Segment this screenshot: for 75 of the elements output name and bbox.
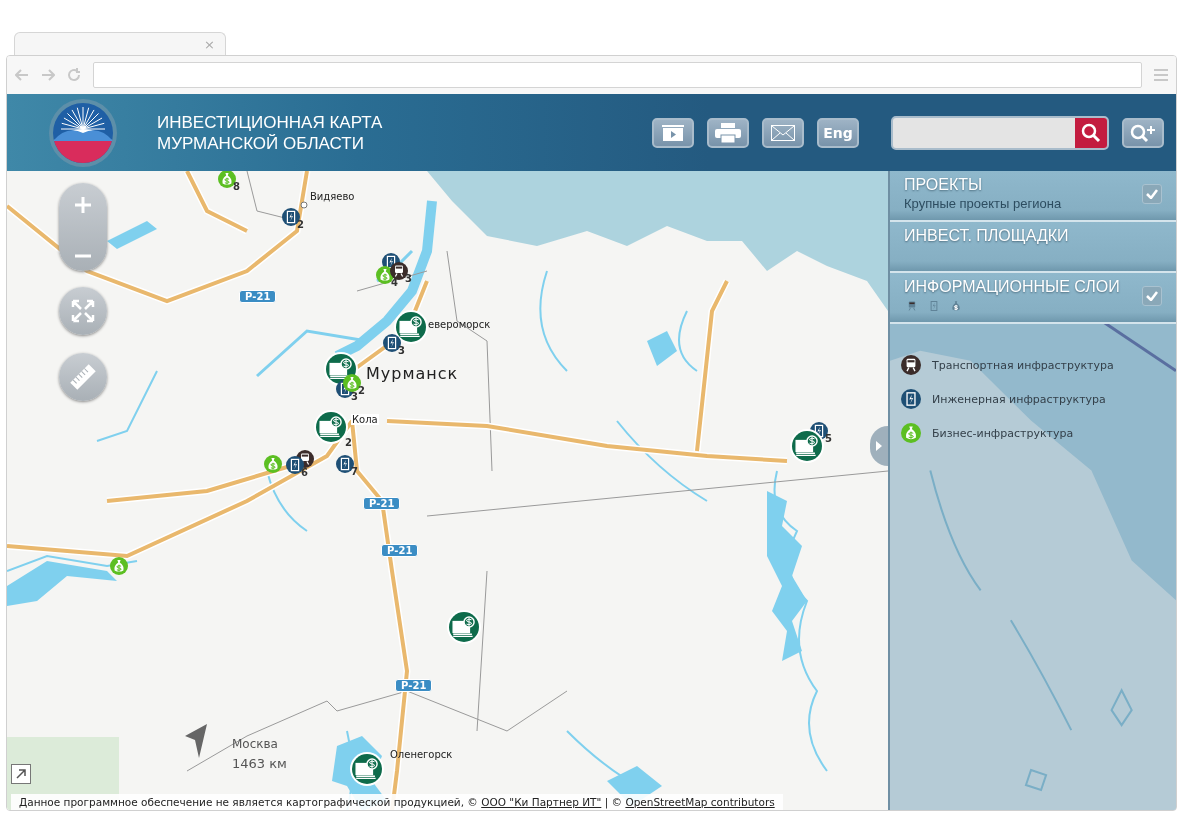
road-label: Р-21 bbox=[395, 679, 433, 692]
plus-icon bbox=[74, 196, 92, 214]
marker-count: 4 bbox=[391, 277, 398, 288]
train-marker-icon[interactable] bbox=[900, 354, 922, 376]
panel-section[interactable]: ПРОЕКТЫ Крупные проекты региона bbox=[890, 171, 1176, 222]
section-title: ПРОЕКТЫ bbox=[904, 176, 984, 194]
slideshow-button[interactable] bbox=[652, 117, 694, 148]
section-checkbox[interactable] bbox=[1142, 184, 1162, 204]
search-field[interactable] bbox=[891, 115, 1109, 150]
marker-count: 3 bbox=[398, 345, 405, 356]
money-bag-marker-icon[interactable] bbox=[263, 454, 283, 474]
search-button[interactable] bbox=[1075, 117, 1107, 148]
logo-icon bbox=[47, 96, 119, 169]
direction-distance: 1463 км bbox=[232, 756, 287, 771]
language-button[interactable]: Eng bbox=[817, 117, 859, 148]
attribution-link[interactable]: ООО "Ки Партнер ИТ" bbox=[481, 796, 602, 808]
road-label: Р-21 bbox=[381, 544, 419, 557]
mail-button[interactable] bbox=[762, 117, 804, 148]
play-screen-icon bbox=[662, 124, 684, 141]
marker-count: 6 bbox=[301, 467, 308, 478]
marker-count: 2 bbox=[345, 437, 352, 448]
minus-icon bbox=[74, 254, 92, 258]
expand-arrows-icon bbox=[71, 299, 95, 323]
check-icon bbox=[1146, 291, 1158, 301]
direction-city: Москва bbox=[232, 737, 278, 751]
direction-arrow-icon bbox=[185, 724, 209, 758]
road-label: Р-21 bbox=[239, 290, 277, 303]
check-icon bbox=[1146, 189, 1158, 199]
section-checkbox[interactable] bbox=[1142, 286, 1162, 306]
marker-count: 2 bbox=[358, 385, 365, 396]
banknotes-marker-icon[interactable] bbox=[349, 751, 385, 787]
place-label: Видяево bbox=[309, 191, 356, 202]
money-bag-marker-icon[interactable] bbox=[900, 422, 922, 444]
print-button[interactable] bbox=[707, 117, 749, 148]
battery-marker-icon[interactable] bbox=[382, 333, 402, 353]
legend-label: Бизнес-инфраструктура bbox=[932, 426, 1074, 440]
section-title: ИНВЕСТ. ПЛОЩАДКИ bbox=[904, 227, 1069, 245]
search-icon bbox=[1081, 122, 1101, 143]
banknotes-marker-icon[interactable] bbox=[313, 409, 349, 445]
battery-marker-icon[interactable] bbox=[900, 388, 922, 410]
legend-label: Инженерная инфраструктура bbox=[932, 392, 1106, 406]
printer-icon bbox=[715, 122, 741, 143]
browser-tab[interactable]: × bbox=[14, 32, 226, 55]
site-title: ИНВЕСТИЦИОННАЯ КАРТА bbox=[157, 111, 384, 133]
battery-marker-icon[interactable] bbox=[281, 207, 301, 227]
attribution-text: Данное программное обеспечение не является картографической продукцией, © ООО "Ки Партнер ИТ" | © OpenStreetMap contributors bbox=[11, 794, 783, 810]
envelope-icon bbox=[771, 124, 795, 141]
place-label: Мурманск bbox=[365, 364, 460, 383]
marker-count: 3 bbox=[405, 273, 412, 284]
section-subtitle: Крупные проекты региона bbox=[904, 196, 1062, 211]
place-label: евероморск bbox=[427, 319, 492, 330]
expand-button[interactable] bbox=[11, 764, 31, 784]
section-title: ИНФОРМАЦИОННЫЕ СЛОИ bbox=[904, 278, 1120, 296]
caret-right-icon bbox=[876, 441, 882, 451]
marker-count: 2 bbox=[297, 219, 304, 230]
diagonal-arrow-icon bbox=[15, 768, 27, 780]
search-plus-icon bbox=[1129, 122, 1157, 143]
marker-count: 7 bbox=[351, 466, 358, 477]
marker-count: 3 bbox=[351, 391, 358, 402]
road-label: Р-21 bbox=[363, 497, 401, 510]
banknotes-marker-icon[interactable] bbox=[393, 309, 429, 345]
panel-section[interactable]: ИНВЕСТ. ПЛОЩАДКИ bbox=[890, 222, 1176, 273]
advanced-search-button[interactable] bbox=[1122, 117, 1164, 148]
marker-count: 8 bbox=[233, 181, 240, 192]
attribution-link[interactable]: OpenStreetMap contributors bbox=[625, 796, 775, 808]
legend-label: Транспортная инфраструктура bbox=[932, 358, 1114, 372]
banknotes-marker-icon[interactable] bbox=[789, 428, 825, 464]
money-bag-marker-icon[interactable] bbox=[109, 556, 129, 576]
place-label: Кола bbox=[351, 414, 379, 425]
tab-close[interactable]: × bbox=[204, 36, 215, 52]
money-bag-marker-icon[interactable] bbox=[342, 373, 362, 393]
panel-section[interactable]: ИНФОРМАЦИОННЫЕ СЛОИ bbox=[890, 273, 1176, 324]
banknotes-marker-icon[interactable] bbox=[446, 609, 482, 645]
site-title: МУРМАНСКОЙ ОБЛАСТИ bbox=[157, 132, 365, 154]
marker-count: 5 bbox=[825, 433, 832, 444]
